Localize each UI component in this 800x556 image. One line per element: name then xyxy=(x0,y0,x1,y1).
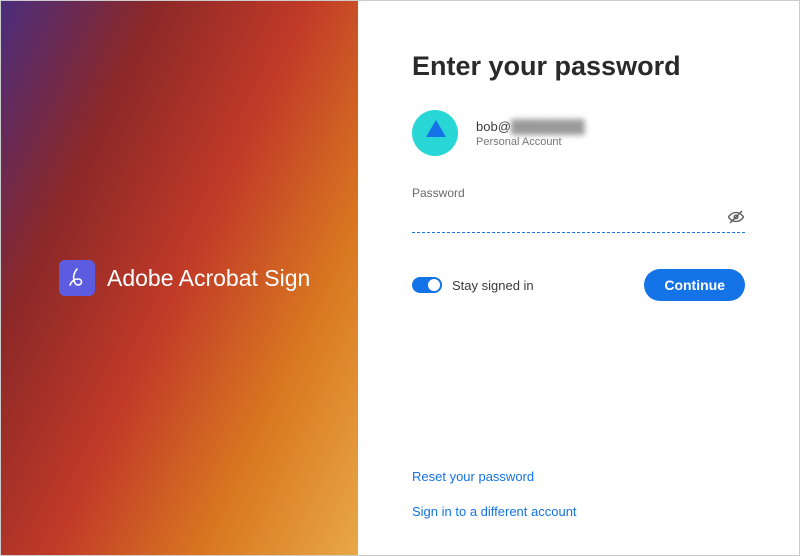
password-input[interactable] xyxy=(412,208,745,233)
stay-signed-in-toggle[interactable] xyxy=(412,277,442,293)
account-info: bob@████████ Personal Account xyxy=(476,119,585,148)
controls-row: Stay signed in Continue xyxy=(412,269,745,301)
account-email: bob@████████ xyxy=(476,119,585,134)
stay-signed-in-label: Stay signed in xyxy=(452,278,534,293)
page-title: Enter your password xyxy=(412,51,745,82)
email-prefix: bob@ xyxy=(476,119,511,134)
avatar xyxy=(412,110,458,156)
email-blurred: ████████ xyxy=(511,119,585,134)
continue-button[interactable]: Continue xyxy=(644,269,745,301)
reset-password-link[interactable]: Reset your password xyxy=(412,469,577,484)
brand-name: Adobe Acrobat Sign xyxy=(107,265,310,292)
adobe-acrobat-icon xyxy=(59,260,95,296)
password-input-wrap xyxy=(412,208,745,233)
account-row: bob@████████ Personal Account xyxy=(412,110,745,156)
account-type: Personal Account xyxy=(476,136,585,148)
password-section: Password xyxy=(412,186,745,233)
password-label: Password xyxy=(412,186,745,200)
stay-signed-in-group: Stay signed in xyxy=(412,277,534,293)
brand-panel: Adobe Acrobat Sign xyxy=(1,1,358,555)
different-account-link[interactable]: Sign in to a different account xyxy=(412,504,577,519)
brand-group: Adobe Acrobat Sign xyxy=(59,260,310,296)
signin-panel: Enter your password bob@████████ Persona… xyxy=(358,1,799,555)
password-visibility-icon[interactable] xyxy=(727,208,745,226)
bottom-links: Reset your password Sign in to a differe… xyxy=(412,469,577,519)
